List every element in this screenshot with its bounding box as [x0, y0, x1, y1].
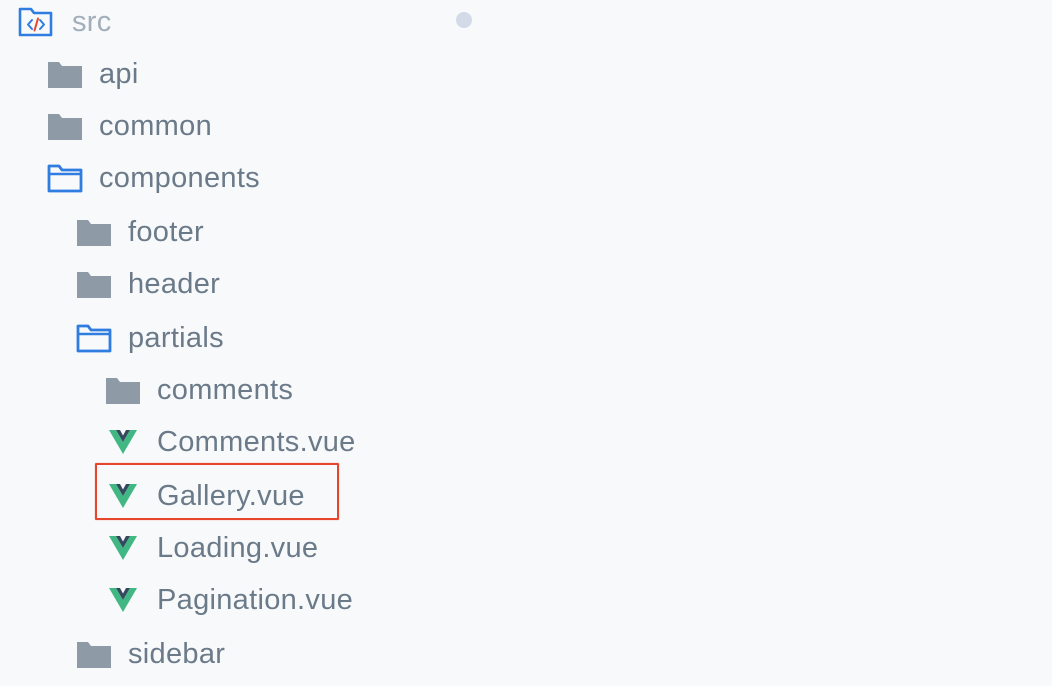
tree-item-footer[interactable]: footer — [76, 206, 204, 258]
tree-item-label: src — [72, 5, 112, 38]
tree-item-src[interactable]: src — [18, 0, 112, 48]
folder-closed-icon — [47, 56, 83, 92]
folder-closed-icon — [47, 108, 83, 144]
tree-item-label: header — [128, 267, 221, 300]
folder-open-icon — [76, 320, 112, 356]
folder-closed-icon — [76, 214, 112, 250]
folder-closed-icon — [76, 266, 112, 302]
highlight-box — [95, 463, 339, 520]
modified-indicator-dot — [456, 12, 472, 28]
tree-item-common[interactable]: common — [47, 100, 212, 152]
tree-item-sidebar[interactable]: sidebar — [76, 628, 225, 680]
tree-item-label: api — [99, 57, 139, 90]
tree-item-components[interactable]: components — [47, 152, 260, 204]
tree-item-label: footer — [128, 215, 204, 248]
tree-item-label: partials — [128, 321, 224, 354]
tree-item-comments-vue[interactable]: Comments.vue — [105, 416, 356, 468]
tree-item-label: comments — [157, 373, 294, 406]
tree-item-label: Loading.vue — [157, 531, 319, 564]
tree-item-label: Comments.vue — [157, 425, 356, 458]
tree-item-label: components — [99, 161, 260, 194]
tree-item-pagination-vue[interactable]: Pagination.vue — [105, 574, 353, 626]
tree-item-header[interactable]: header — [76, 258, 220, 310]
folder-closed-icon — [105, 372, 141, 408]
folder-open-icon — [47, 160, 83, 196]
source-folder-icon — [18, 4, 54, 40]
file-explorer-tree: src api common components footer header … — [0, 0, 1052, 686]
tree-item-loading-vue[interactable]: Loading.vue — [105, 522, 318, 574]
folder-closed-icon — [76, 636, 112, 672]
tree-item-label: sidebar — [128, 637, 226, 670]
vue-file-icon — [105, 424, 141, 460]
tree-item-api[interactable]: api — [47, 48, 139, 100]
vue-file-icon — [105, 582, 141, 618]
tree-item-label: Pagination.vue — [157, 583, 354, 616]
tree-item-partials[interactable]: partials — [76, 312, 224, 364]
tree-item-comments-folder[interactable]: comments — [105, 364, 293, 416]
tree-item-label: common — [99, 109, 212, 142]
vue-file-icon — [105, 530, 141, 566]
